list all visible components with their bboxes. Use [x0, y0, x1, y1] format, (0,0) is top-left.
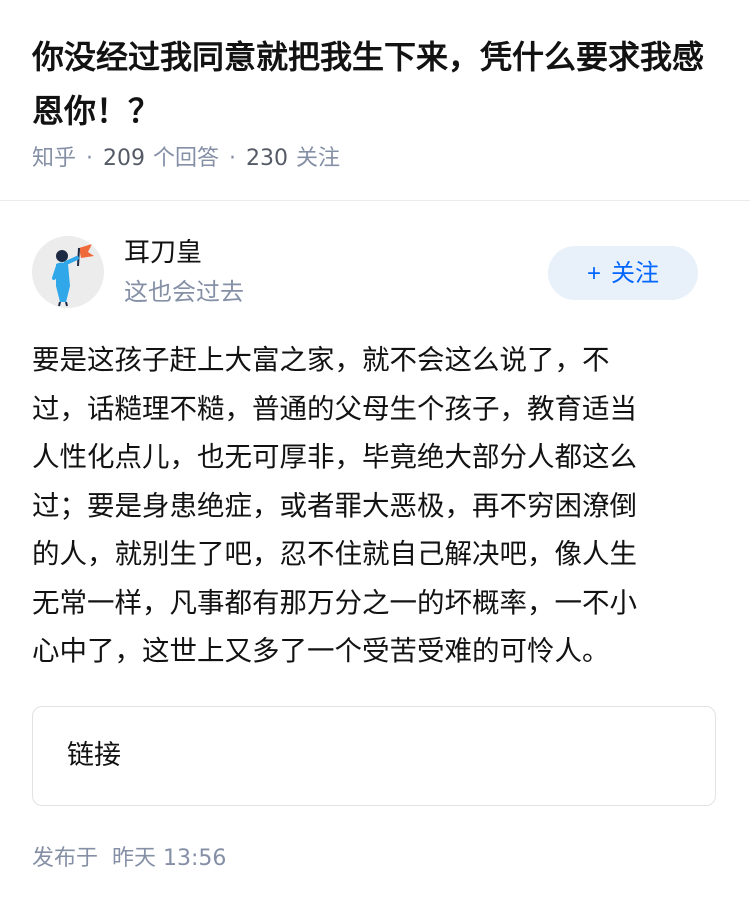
link-card-label: 链接 [67, 740, 121, 771]
question-meta: 知乎 · 209 个回答 · 230 关注 [32, 144, 340, 174]
answer-line: 过；要是身患绝症，或者罪大恶极，再不穷困潦倒 [32, 489, 637, 522]
follower-count-label: 关注 [296, 146, 341, 171]
author-avatar[interactable] [32, 236, 104, 308]
follow-button-label: 关注 [611, 260, 659, 287]
published-time-value: 昨天 13:56 [112, 846, 227, 871]
answer-line: 心中了，这世上又多了一个受苦受难的可怜人。 [32, 635, 610, 667]
author-bio: 这也会过去 [124, 278, 244, 306]
published-label: 发布于 [32, 846, 99, 871]
answer-line: 无常一样，凡事都有那万分之一的坏概率，一不小 [32, 586, 637, 619]
section-divider [0, 200, 750, 201]
published-time: 发布于 昨天 13:56 [32, 844, 226, 874]
answer-body: 要是这孩子赶上大富之家，就不会这么说了，不 过，话糙理不糙，普通的父母生个孩子，… [32, 336, 712, 676]
answer-count: 209 [103, 146, 146, 171]
meta-separator: · [229, 146, 237, 171]
plus-icon: + [586, 260, 601, 287]
avatar-figure-with-flag-icon [32, 236, 104, 308]
author-row: 耳刀皇 这也会过去 + 关注 [32, 236, 718, 308]
answer-line: 过，话糙理不糙，普通的父母生个孩子，教育适当 [32, 392, 637, 425]
answer-line: 要是这孩子赶上大富之家，就不会这么说了，不 [32, 344, 610, 376]
follower-count: 230 [246, 146, 289, 171]
meta-separator: · [86, 146, 94, 171]
follow-button[interactable]: + 关注 [548, 246, 698, 300]
answer-count-label: 个回答 [153, 146, 220, 171]
author-name[interactable]: 耳刀皇 [124, 236, 202, 270]
answer-line: 的人，就别生了吧，忍不住就自己解决吧，像人生 [32, 538, 637, 570]
question-title[interactable]: 你没经过我同意就把我生下来，凭什么要求我感恩你！？ [32, 30, 722, 138]
link-card[interactable]: 链接 [32, 706, 716, 806]
source-label[interactable]: 知乎 [32, 146, 76, 171]
answer-line: 人性化点儿，也无可厚非，毕竟绝大部分人都这么 [32, 441, 637, 473]
